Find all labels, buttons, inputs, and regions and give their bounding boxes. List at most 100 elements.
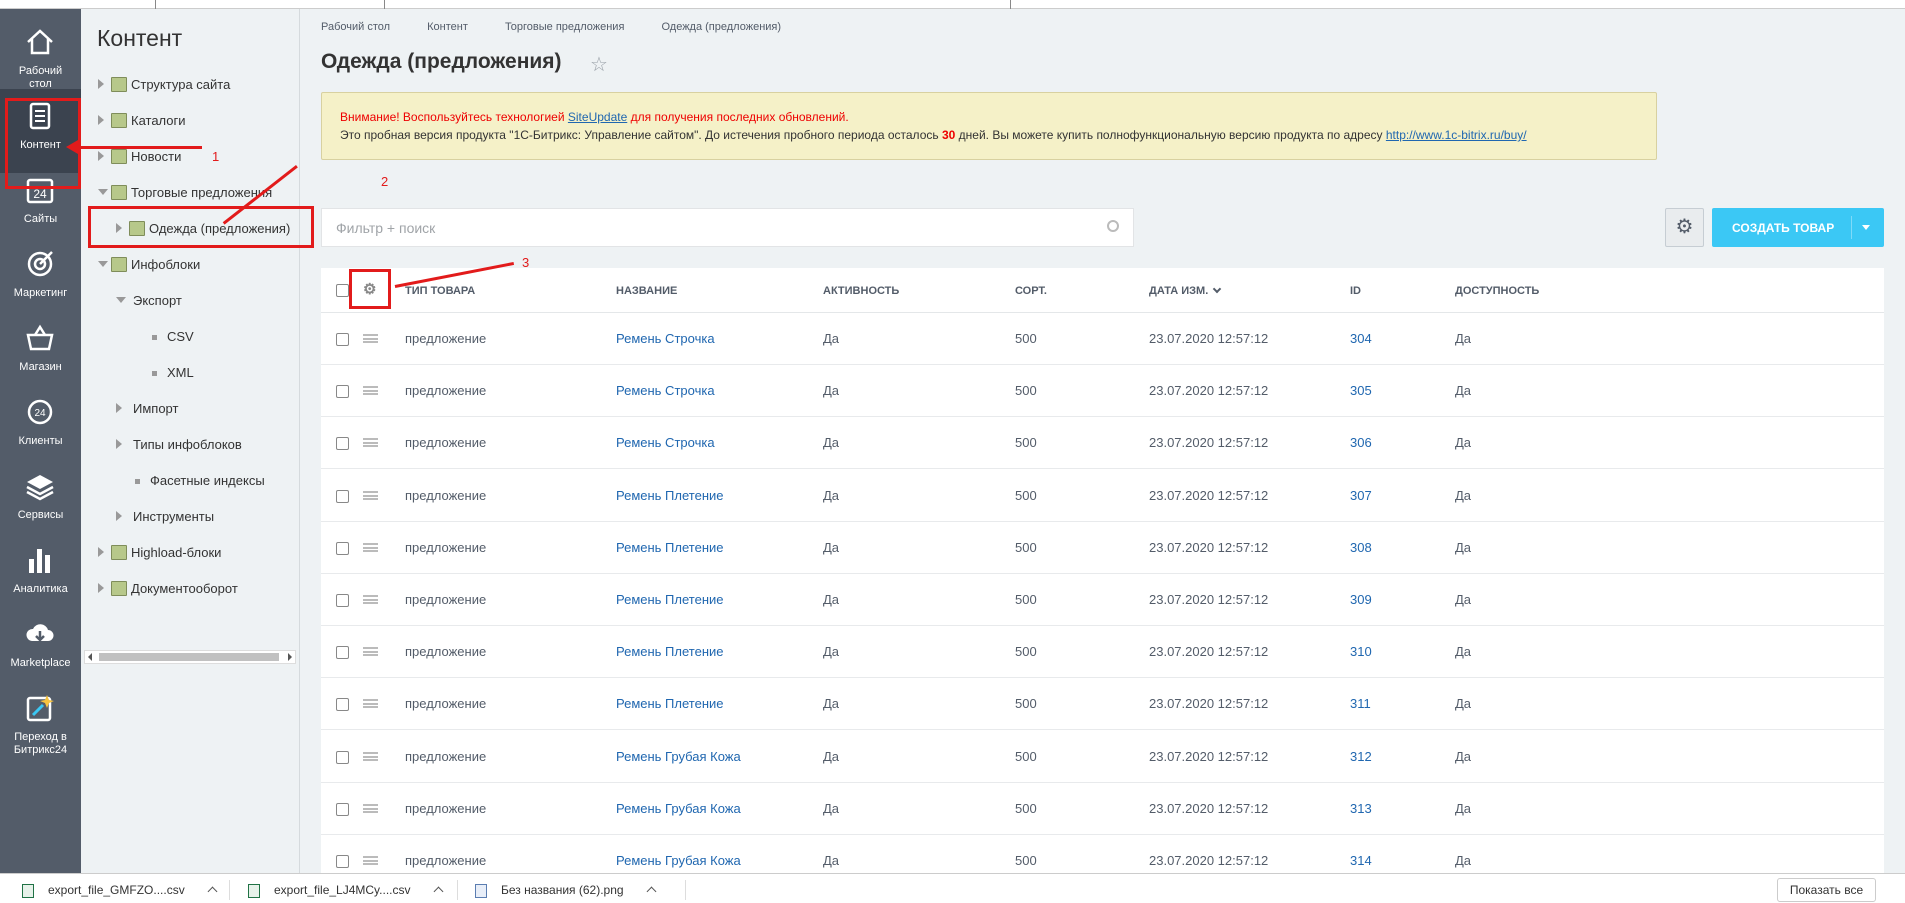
- nav-desktop[interactable]: Рабочий стол: [0, 15, 81, 99]
- table-row[interactable]: предложение Ремень Грубая Кожа Да 500 23.07.…: [321, 783, 1884, 835]
- row-menu-icon[interactable]: [363, 595, 378, 604]
- chevron-right-icon[interactable]: [98, 583, 104, 593]
- row-menu-icon[interactable]: [363, 751, 378, 761]
- tree-item[interactable]: Инструменты: [81, 499, 300, 535]
- row-checkbox[interactable]: [336, 594, 349, 607]
- cell-name-link[interactable]: Ремень Грубая Кожа: [616, 853, 741, 868]
- cell-name-link[interactable]: Ремень Плетение: [616, 644, 724, 659]
- row-menu-icon[interactable]: [363, 856, 378, 865]
- chevron-up-icon[interactable]: [646, 886, 657, 897]
- breadcrumb-desktop[interactable]: Рабочий стол: [321, 21, 390, 33]
- nav-shop[interactable]: Магазин: [0, 311, 81, 395]
- select-all-checkbox[interactable]: [336, 284, 349, 297]
- filter-search-input[interactable]: Фильтр + поиск: [321, 208, 1134, 247]
- cell-name-link[interactable]: Ремень Плетение: [616, 540, 724, 555]
- row-checkbox[interactable]: [336, 646, 349, 660]
- chevron-down-icon[interactable]: [98, 189, 108, 195]
- row-checkbox[interactable]: [336, 385, 349, 399]
- tree-item[interactable]: Типы инфоблоков: [81, 427, 300, 463]
- table-row[interactable]: предложение Ремень Грубая Кожа Да 500 23.07.…: [321, 731, 1884, 783]
- tree-item[interactable]: CSV: [81, 319, 300, 355]
- tree-horizontal-scrollbar[interactable]: [84, 650, 296, 664]
- cell-name-link[interactable]: Ремень Грубая Кожа: [616, 749, 741, 764]
- table-row[interactable]: предложение Ремень Плетение Да 500 23.07.202…: [321, 626, 1884, 679]
- chevron-down-icon[interactable]: [98, 261, 108, 267]
- chevron-down-icon[interactable]: [1862, 225, 1870, 230]
- row-checkbox[interactable]: [336, 541, 349, 555]
- breadcrumb-content[interactable]: Контент: [427, 21, 468, 33]
- chevron-right-icon[interactable]: [98, 115, 104, 125]
- col-id[interactable]: ID: [1350, 285, 1361, 297]
- search-icon[interactable]: [1107, 220, 1119, 232]
- col-date[interactable]: ДАТА ИЗМ.: [1149, 284, 1222, 297]
- tree-item[interactable]: Новости: [81, 139, 300, 175]
- row-checkbox[interactable]: [336, 698, 349, 712]
- row-menu-icon[interactable]: [363, 803, 378, 813]
- table-row[interactable]: предложение Ремень Строчка Да 500 23.07.2020…: [321, 313, 1884, 365]
- cell-name-link[interactable]: Ремень Плетение: [616, 696, 724, 711]
- table-row[interactable]: предложение Ремень Плетение Да 500 23.07.202…: [321, 574, 1884, 626]
- cell-id-link[interactable]: 307: [1350, 488, 1372, 503]
- cell-id-link[interactable]: 306: [1350, 435, 1372, 450]
- chevron-right-icon[interactable]: [116, 511, 122, 521]
- col-availability[interactable]: ДОСТУПНОСТЬ: [1455, 285, 1539, 297]
- cell-id-link[interactable]: 305: [1350, 383, 1372, 398]
- col-name[interactable]: НАЗВАНИЕ: [616, 285, 677, 297]
- row-checkbox[interactable]: [336, 802, 349, 816]
- settings-gear-button[interactable]: ⚙: [1665, 208, 1704, 247]
- col-type[interactable]: ТИП ТОВАРА: [405, 285, 475, 297]
- row-checkbox[interactable]: [336, 489, 349, 503]
- cell-name-link[interactable]: Ремень Строчка: [616, 435, 715, 450]
- tree-item[interactable]: XML: [81, 355, 300, 391]
- row-menu-icon[interactable]: [363, 647, 378, 657]
- row-checkbox[interactable]: [336, 855, 349, 868]
- cell-id-link[interactable]: 308: [1350, 540, 1372, 555]
- nav-marketing[interactable]: Маркетинг: [0, 237, 81, 321]
- download-item-2[interactable]: export_file_LJ4MCy....csv: [248, 883, 443, 898]
- row-menu-icon[interactable]: [363, 542, 378, 552]
- cell-id-link[interactable]: 314: [1350, 853, 1372, 868]
- nav-marketplace[interactable]: Marketplace: [0, 607, 81, 691]
- chevron-right-icon[interactable]: [98, 151, 104, 161]
- nav-analytics[interactable]: Аналитика: [0, 533, 81, 617]
- chevron-up-icon[interactable]: [433, 886, 443, 897]
- table-row[interactable]: предложение Ремень Плетение Да 500 23.07.202…: [321, 470, 1884, 522]
- cell-id-link[interactable]: 313: [1350, 801, 1372, 816]
- buy-link[interactable]: http://www.1c-bitrix.ru/buy/: [1386, 128, 1527, 142]
- table-row[interactable]: предложение Ремень Плетение Да 500 23.07.202…: [321, 678, 1884, 731]
- cell-name-link[interactable]: Ремень Строчка: [616, 331, 715, 346]
- chevron-right-icon[interactable]: [116, 403, 122, 413]
- tree-item[interactable]: Структура сайта: [81, 67, 300, 103]
- cell-name-link[interactable]: Ремень Плетение: [616, 592, 724, 607]
- nav-bitrix24[interactable]: Переход в Битрикс24: [0, 681, 81, 765]
- table-row[interactable]: предложение Ремень Строчка Да 500 23.07.2020…: [321, 417, 1884, 470]
- row-menu-icon[interactable]: [363, 438, 378, 448]
- col-active[interactable]: АКТИВНОСТЬ: [823, 285, 899, 297]
- tree-item[interactable]: Фасетные индексы: [81, 463, 300, 499]
- breadcrumb-offers[interactable]: Торговые предложения: [505, 21, 624, 33]
- download-item-3[interactable]: Без названия (62).png: [475, 883, 657, 898]
- col-sort[interactable]: СОРТ.: [1015, 285, 1047, 297]
- chevron-right-icon[interactable]: [98, 547, 104, 557]
- cell-id-link[interactable]: 309: [1350, 592, 1372, 607]
- cell-name-link[interactable]: Ремень Строчка: [616, 383, 715, 398]
- nav-services[interactable]: Сервисы: [0, 459, 81, 543]
- row-checkbox[interactable]: [336, 333, 349, 346]
- row-menu-icon[interactable]: [363, 386, 378, 396]
- chevron-right-icon[interactable]: [98, 79, 104, 89]
- table-row[interactable]: предложение Ремень Строчка Да 500 23.07.2020…: [321, 365, 1884, 418]
- tree-item[interactable]: Инфоблоки: [81, 247, 300, 283]
- cell-id-link[interactable]: 310: [1350, 644, 1372, 659]
- show-all-downloads-button[interactable]: Показать все: [1777, 878, 1876, 902]
- nav-clients[interactable]: 24 Клиенты: [0, 385, 81, 469]
- tree-item[interactable]: Документооборот: [81, 571, 300, 607]
- favorite-star-icon[interactable]: ☆: [590, 52, 608, 77]
- row-menu-icon[interactable]: [363, 334, 378, 343]
- scrollbar-thumb[interactable]: [99, 653, 279, 661]
- row-menu-icon[interactable]: [363, 699, 378, 709]
- row-checkbox[interactable]: [336, 750, 349, 764]
- row-checkbox[interactable]: [336, 437, 349, 451]
- siteupdate-link[interactable]: SiteUpdate: [568, 110, 627, 124]
- tree-item[interactable]: Экспорт: [81, 283, 300, 319]
- cell-id-link[interactable]: 311: [1350, 696, 1371, 711]
